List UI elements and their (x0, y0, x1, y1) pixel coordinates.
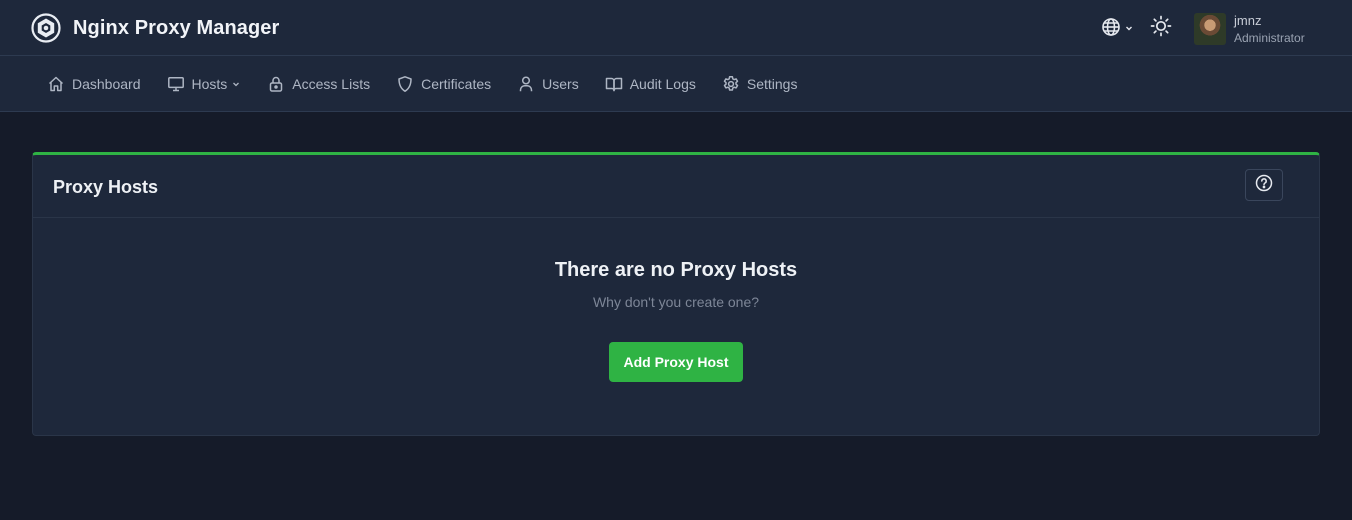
nav-item-hosts[interactable]: Hosts (167, 56, 242, 112)
gear-icon (722, 75, 740, 93)
chevron-down-icon (1124, 20, 1134, 38)
sun-icon (1150, 15, 1172, 42)
top-header: Nginx Proxy Manager jmnz Administrator (0, 0, 1352, 56)
nav-item-audit-logs[interactable]: Audit Logs (605, 56, 696, 112)
proxy-hosts-card: Proxy Hosts There are no Proxy Hosts Why… (32, 152, 1320, 436)
card-header: Proxy Hosts (33, 155, 1319, 218)
nav-item-dashboard[interactable]: Dashboard (47, 56, 141, 112)
book-icon (605, 75, 623, 93)
question-circle-icon (1255, 174, 1273, 197)
empty-state: There are no Proxy Hosts Why don't you c… (33, 219, 1319, 382)
monitor-icon (167, 75, 185, 93)
brand[interactable]: Nginx Proxy Manager (30, 12, 279, 44)
theme-toggle-button[interactable] (1149, 15, 1173, 42)
nav-label: Access Lists (292, 76, 371, 92)
add-proxy-host-button[interactable]: Add Proxy Host (609, 342, 743, 382)
nav-label: Audit Logs (629, 76, 696, 92)
nav-item-certificates[interactable]: Certificates (396, 56, 491, 112)
card-title: Proxy Hosts (53, 177, 159, 197)
nav-item-access-lists[interactable]: Access Lists (267, 56, 370, 112)
help-button[interactable] (1245, 169, 1283, 201)
nav-label: Dashboard (72, 76, 141, 92)
user-role: Administrator (1234, 30, 1305, 45)
empty-state-subtitle: Why don't you create one? (592, 294, 760, 310)
avatar (1194, 13, 1226, 45)
user-icon (517, 75, 535, 93)
user-name: jmnz (1234, 13, 1262, 28)
nav-label: Users (542, 76, 579, 92)
app-title: Nginx Proxy Manager (73, 16, 280, 39)
shield-icon (396, 75, 414, 93)
npm-hexagon-logo-icon (30, 12, 62, 44)
globe-icon (1101, 17, 1121, 42)
lock-icon (267, 75, 285, 93)
user-menu[interactable]: jmnz Administrator (1194, 13, 1305, 45)
nav-label: Certificates (421, 76, 492, 92)
nav-label: Settings (746, 76, 798, 92)
nav-item-settings[interactable]: Settings (722, 56, 798, 112)
main-navigation: Dashboard Hosts Access Lists Certificate… (0, 56, 1352, 112)
nav-label: Hosts (191, 76, 228, 92)
language-selector[interactable] (1101, 17, 1135, 42)
home-icon (47, 75, 65, 93)
nav-item-users[interactable]: Users (517, 56, 579, 112)
chevron-down-icon (231, 76, 241, 92)
empty-state-title: There are no Proxy Hosts (554, 259, 798, 281)
